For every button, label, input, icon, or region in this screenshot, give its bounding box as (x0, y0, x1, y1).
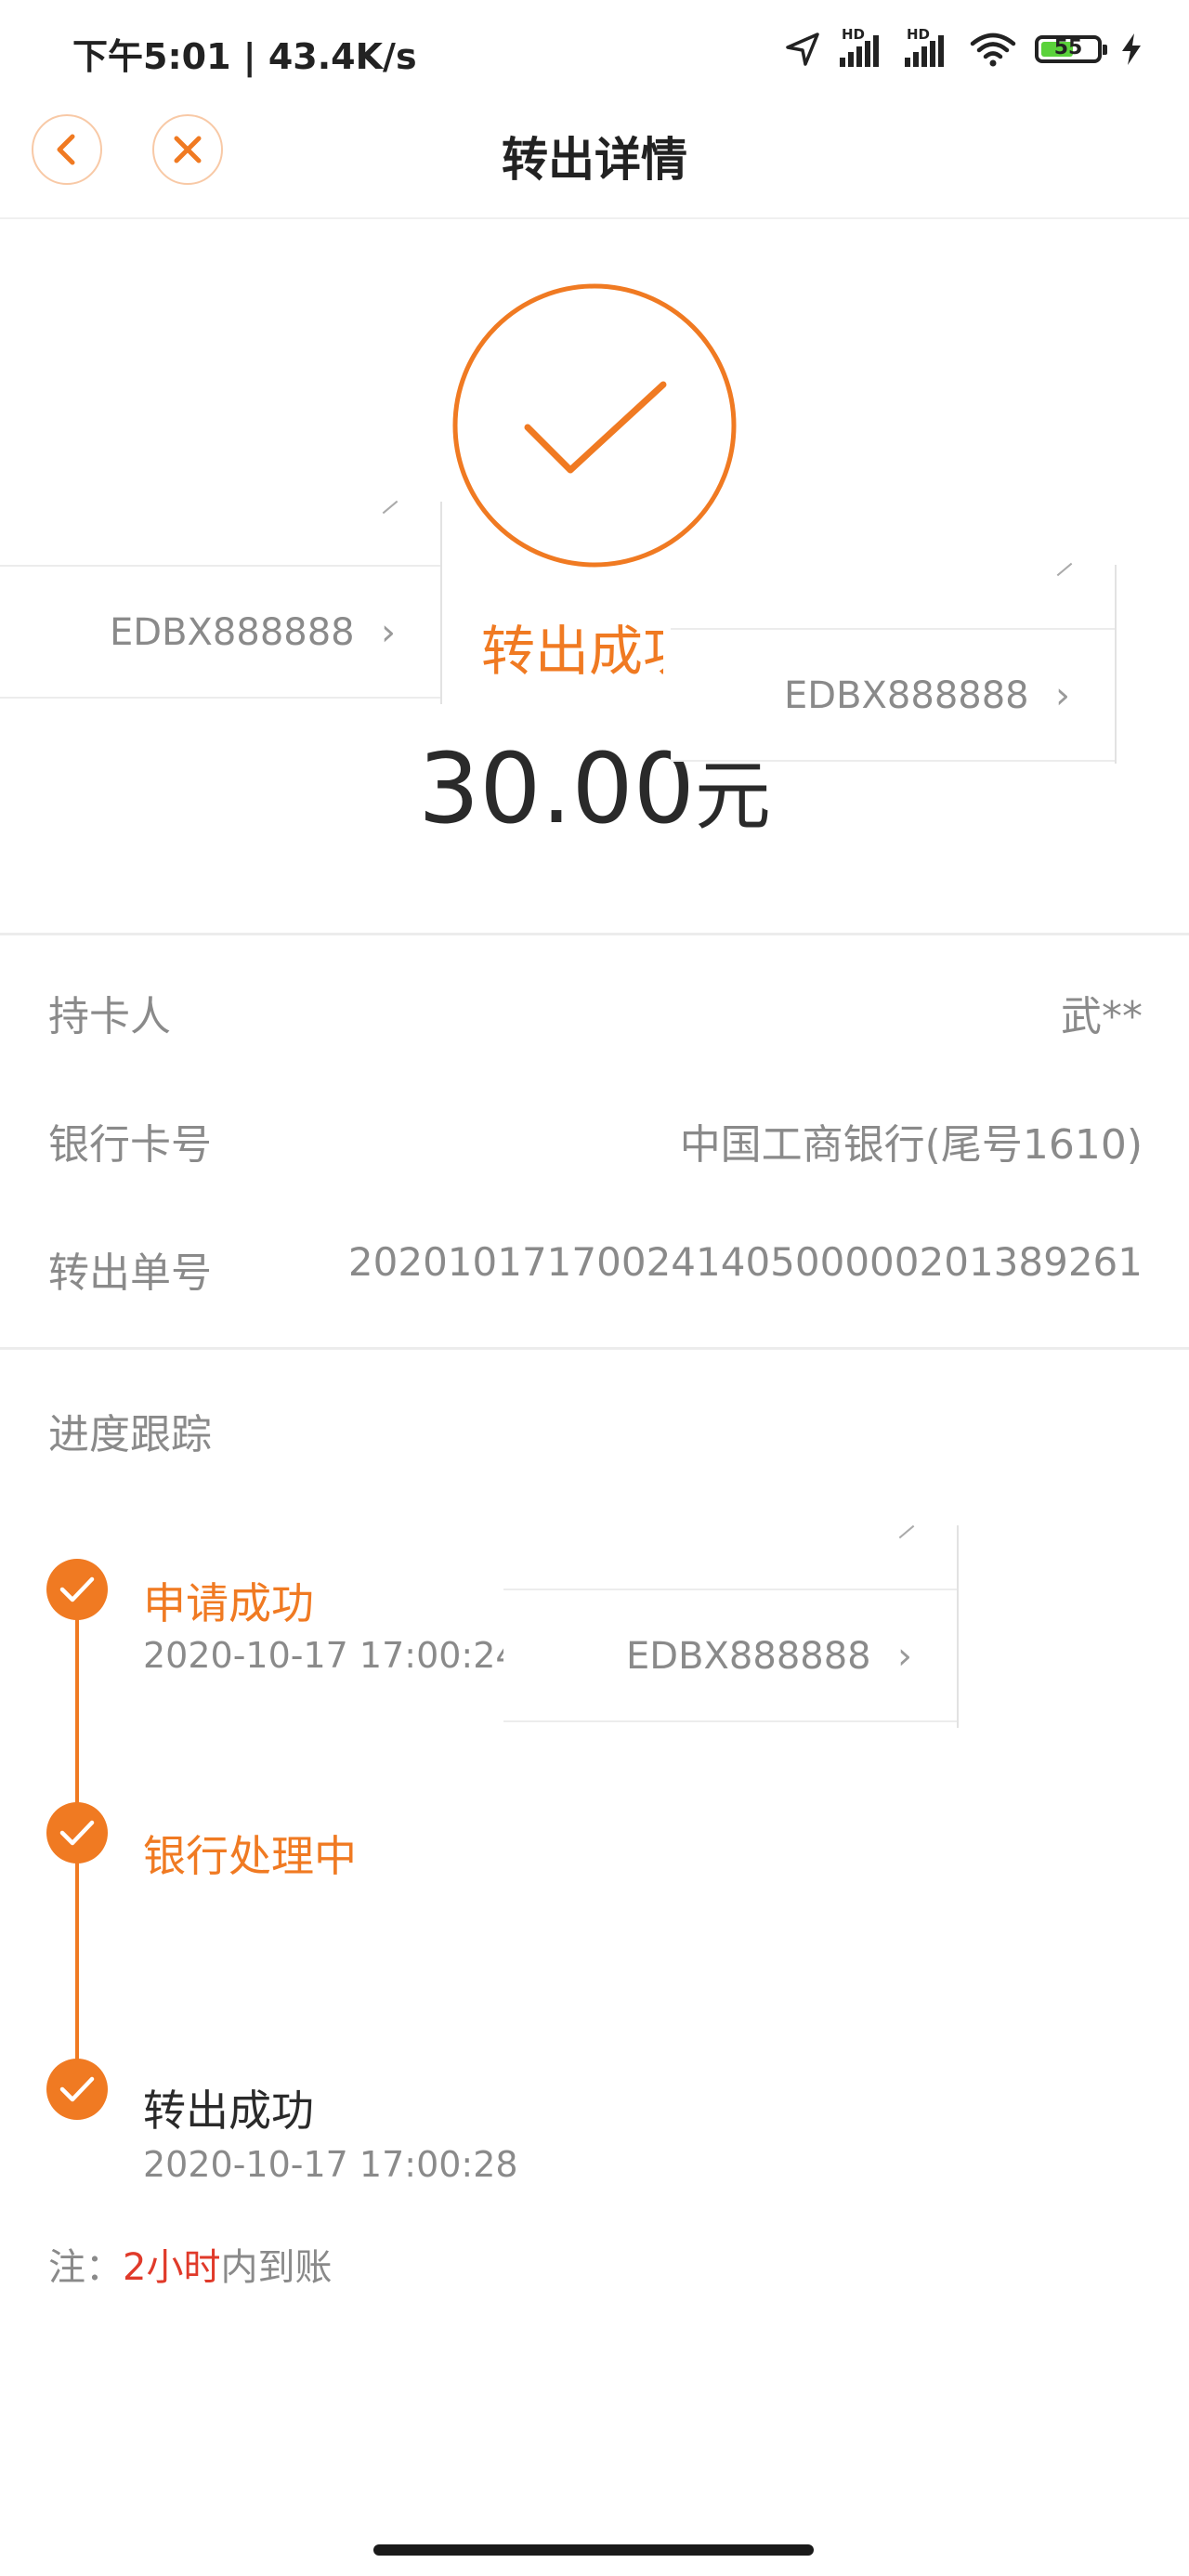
progress-title: 进度跟踪 (48, 1411, 212, 1458)
status-bar: 下午5:01 | 43.4K/s HD HD 55 (0, 0, 1189, 102)
detail-label: 银行卡号 (48, 1121, 212, 1169)
amount-unit: 元 (694, 752, 771, 841)
timeline-step-title: 银行处理中 (143, 1831, 357, 1881)
check-circle-icon (452, 283, 737, 568)
timeline-step-dot (46, 1559, 108, 1620)
timeline-connector (75, 1836, 79, 2088)
battery-level: 55 (1053, 36, 1083, 59)
note-prefix: 注： (48, 2246, 123, 2289)
detail-label: 转出单号 (48, 1249, 212, 1297)
note-suffix: 内到账 (220, 2246, 333, 2289)
note-highlight: 2小时 (123, 2246, 221, 2289)
section-divider (0, 1347, 1189, 1350)
battery-icon: 55 (1035, 35, 1107, 63)
check-icon (59, 1576, 95, 1602)
overlay-account-card[interactable]: EDBX888888 › (0, 565, 440, 699)
detail-value: 20201017170024140500000201389261 (347, 1239, 1143, 1285)
status-time-speed: 下午5:01 | 43.4K/s (72, 36, 417, 77)
overlay-account-text: EDBX888888 (110, 611, 355, 654)
result-status: 转出成功 (481, 620, 663, 683)
overlay-tick-mark (898, 1524, 915, 1539)
timeline-step-title: 转出成功 (143, 2086, 314, 2136)
check-icon (59, 2076, 95, 2102)
detail-value: 中国工商银行(尾号1610) (679, 1121, 1143, 1169)
chevron-right-icon: › (1055, 674, 1070, 717)
check-icon (59, 1820, 95, 1846)
timeline-connector (75, 1590, 79, 1819)
timeline-step-dot (46, 2059, 108, 2120)
detail-row-bank-card: 银行卡号 中国工商银行(尾号1610) (0, 1096, 1189, 1180)
wifi-icon (970, 33, 1016, 67)
signal-icon: HD (840, 26, 886, 72)
overlay-account-card[interactable]: EDBX888888 › (503, 1589, 957, 1722)
chevron-right-icon: › (897, 1635, 912, 1678)
chevron-right-icon: › (381, 611, 396, 654)
arrival-note: 注：2小时内到账 (48, 2237, 332, 2291)
location-arrow-icon (786, 33, 819, 66)
timeline-step-dot (46, 1802, 108, 1863)
amount-number: 30.00 (418, 732, 695, 845)
signal-icon: HD (905, 26, 951, 72)
page-title: 转出详情 (502, 133, 687, 187)
nav-header: 转出详情 (0, 102, 1189, 219)
overlay-divider (440, 502, 442, 704)
overlay-account-text: EDBX888888 (784, 674, 1029, 717)
timeline-step-time: 2020-10-17 17:00:28 (143, 2144, 518, 2185)
overlay-account-text: EDBX888888 (626, 1635, 871, 1678)
detail-value: 武** (1061, 993, 1143, 1040)
overlay-divider (957, 1525, 959, 1728)
timeline-step-time: 2020-10-17 17:00:24 (143, 1635, 518, 1676)
detail-label: 持卡人 (48, 993, 171, 1040)
status-icons: HD HD 55 (784, 26, 1143, 72)
timeline-step-title: 申请成功 (143, 1578, 314, 1628)
detail-row-order-number: 转出单号 20201017170024140500000201389261 (0, 1224, 1189, 1308)
overlay-account-card[interactable]: EDBX888888 › (671, 628, 1115, 762)
home-indicator[interactable] (373, 2544, 814, 2556)
overlay-divider (1115, 565, 1117, 764)
detail-row-cardholder: 持卡人 武** (0, 968, 1189, 1052)
charging-icon (1122, 33, 1141, 65)
